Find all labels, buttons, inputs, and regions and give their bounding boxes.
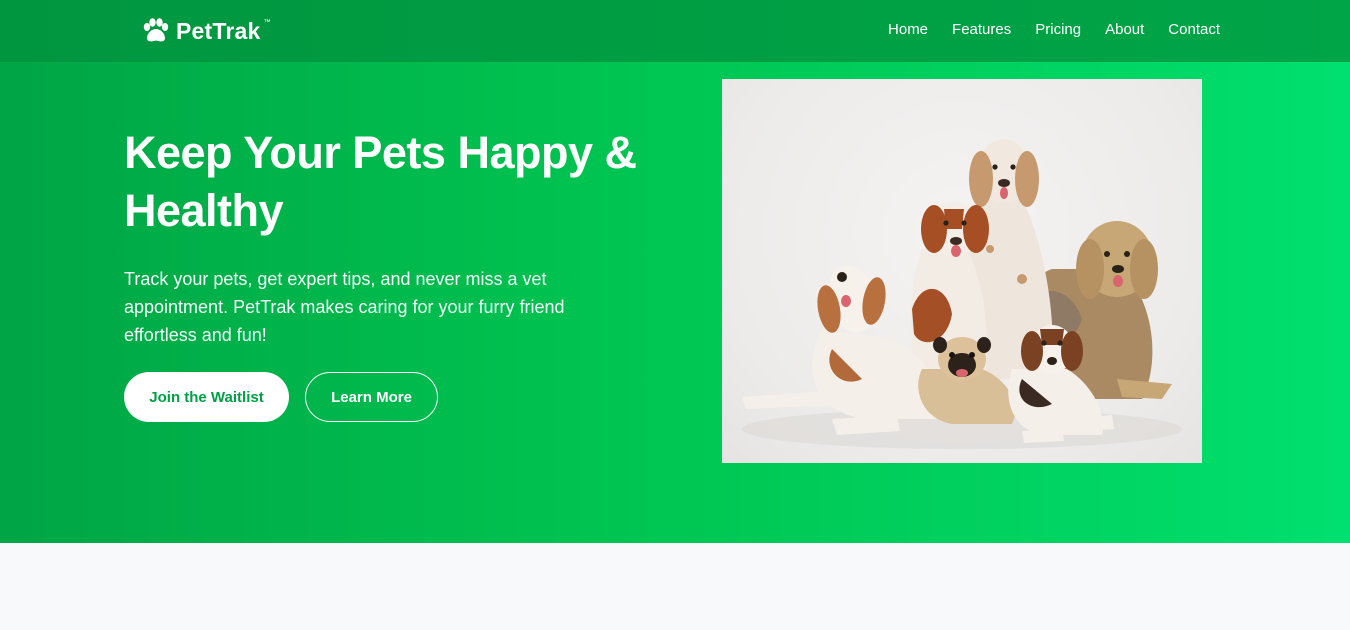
hero-headline: Keep Your Pets Happy & Healthy: [124, 127, 637, 236]
below-fold-section: [0, 543, 1350, 630]
nav-home[interactable]: Home: [888, 21, 928, 38]
paw-icon: [143, 18, 169, 42]
hero-subtext: Track your pets, get expert tips, and ne…: [124, 269, 565, 345]
nav-about[interactable]: About: [1105, 21, 1144, 38]
nav-contact[interactable]: Contact: [1168, 21, 1220, 38]
logo[interactable]: PetTrak ™: [140, 16, 274, 46]
learn-more-button[interactable]: Learn More: [305, 372, 438, 422]
join-waitlist-button[interactable]: Join the Waitlist: [124, 372, 289, 422]
hero-section: PetTrak ™ Home Features Pricing About Co…: [0, 0, 1350, 543]
dogs-photo: [722, 79, 1202, 463]
main-nav: Home Features Pricing About Contact: [888, 21, 1220, 38]
dogs-illustration: [742, 139, 1182, 449]
navbar: PetTrak ™ Home Features Pricing About Co…: [0, 0, 1350, 62]
nav-pricing[interactable]: Pricing: [1035, 21, 1081, 38]
trademark-mark: ™: [263, 18, 271, 26]
brand-name: PetTrak: [176, 17, 261, 44]
nav-features[interactable]: Features: [952, 21, 1011, 38]
